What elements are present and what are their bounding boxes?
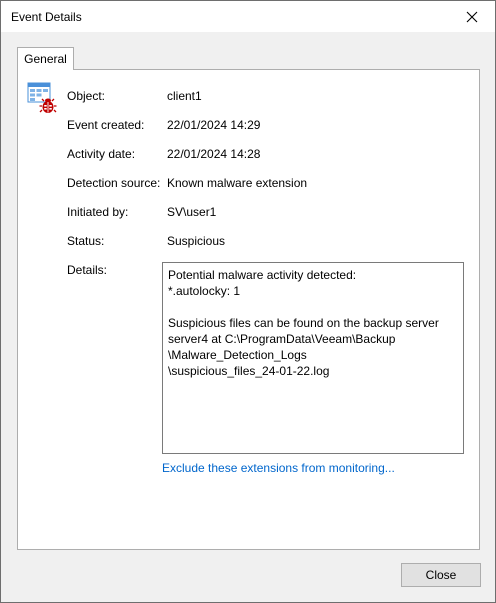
detection-source-label: Detection source: (67, 176, 161, 190)
initiated-by-label: Initiated by: (67, 205, 129, 219)
window-title: Event Details (11, 10, 82, 24)
tab-general[interactable]: General (17, 47, 74, 70)
status-value: Suspicious (167, 234, 226, 248)
initiated-by-value: SV\user1 (167, 205, 217, 219)
object-value: client1 (167, 89, 202, 103)
activity-date-label: Activity date: (67, 147, 136, 161)
detection-source-value: Known malware extension (167, 176, 308, 190)
exclude-extensions-link[interactable]: Exclude these extensions from monitoring… (162, 461, 395, 475)
details-textbox[interactable]: Potential malware activity detected: *.a… (162, 262, 464, 454)
event-created-label: Event created: (67, 118, 145, 132)
general-panel: Object: client1 Event created: 22/01/202… (17, 69, 480, 550)
malware-object-icon (27, 81, 57, 115)
close-button[interactable]: Close (401, 563, 481, 587)
close-x-icon[interactable] (449, 1, 495, 32)
status-label: Status: (67, 234, 105, 248)
details-label: Details: (67, 263, 108, 277)
activity-date-value: 22/01/2024 14:28 (167, 147, 261, 161)
event-details-dialog: Event Details General Object: client1 Ev… (0, 0, 496, 603)
tab-general-label: General (24, 52, 67, 66)
title-bar: Event Details (1, 1, 495, 32)
object-label: Object: (67, 89, 106, 103)
event-created-value: 22/01/2024 14:29 (167, 118, 261, 132)
